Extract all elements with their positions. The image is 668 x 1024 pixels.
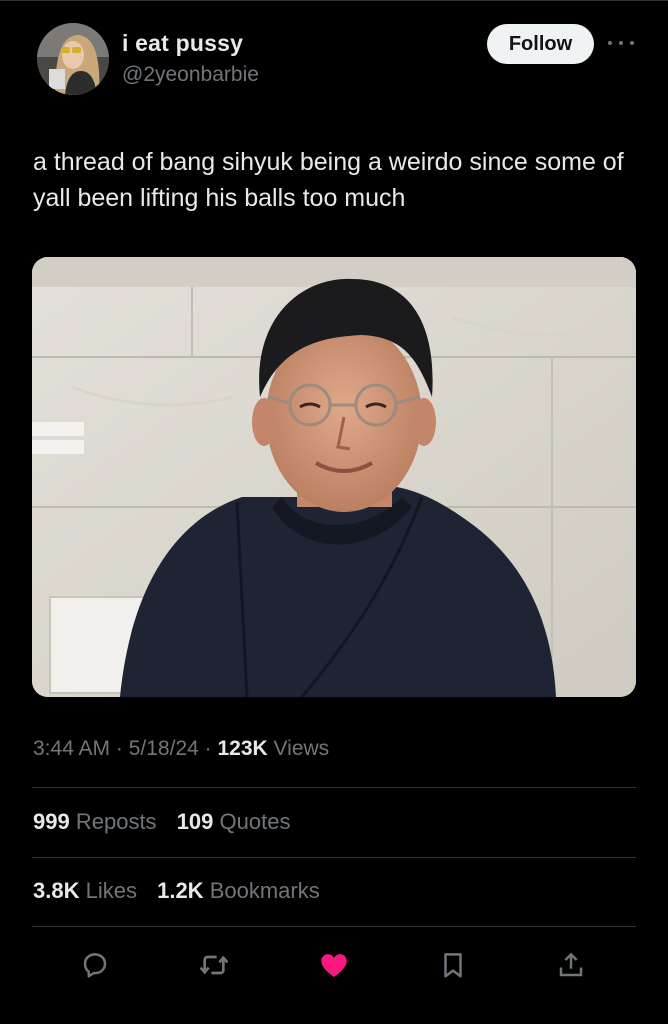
heart-icon xyxy=(321,954,347,977)
likes-label: Likes xyxy=(85,878,137,903)
more-dot xyxy=(630,41,634,45)
likes-count: 3.8K xyxy=(33,878,80,903)
tweet-photo[interactable] xyxy=(32,257,636,697)
meta-separator: · xyxy=(110,737,129,760)
bookmark-icon xyxy=(444,953,462,978)
reply-icon xyxy=(83,953,107,978)
share-icon xyxy=(559,952,583,977)
tweet-date[interactable]: 5/18/24 xyxy=(129,737,199,760)
author-display-name[interactable]: i eat pussy xyxy=(122,30,243,57)
likes-stat[interactable]: 3.8K Likes xyxy=(33,878,137,904)
views-count: 123K xyxy=(217,737,268,760)
repost-icon xyxy=(199,955,229,975)
tweet-detail-view: i eat pussy @2yeonbarbie Follow a thread… xyxy=(0,0,668,1024)
tweet-actions-bar xyxy=(0,945,668,985)
quotes-count: 109 xyxy=(176,809,214,834)
avatar-photo-icon xyxy=(37,23,109,95)
divider xyxy=(32,857,636,858)
divider xyxy=(32,787,636,788)
reply-button[interactable] xyxy=(75,945,115,985)
bookmarks-stat[interactable]: 1.2K Bookmarks xyxy=(157,878,320,904)
reposts-stat[interactable]: 999 Reposts xyxy=(33,809,157,835)
more-dot xyxy=(619,41,623,45)
tweet-text: a thread of bang sihyuk being a weirdo s… xyxy=(33,148,624,212)
bookmark-button[interactable] xyxy=(433,945,473,985)
divider xyxy=(32,926,636,927)
follow-button[interactable]: Follow xyxy=(487,24,594,64)
repost-button[interactable] xyxy=(194,945,234,985)
reposts-label: Reposts xyxy=(75,809,157,834)
more-dot xyxy=(608,41,612,45)
more-horizontal-icon[interactable] xyxy=(608,37,634,49)
like-button[interactable] xyxy=(314,945,354,985)
quotes-label: Quotes xyxy=(219,809,291,834)
photo-icon xyxy=(32,257,636,697)
reposts-count: 999 xyxy=(33,809,70,834)
tweet-meta: 3:44 AM · 5/18/24 · 123K Views xyxy=(33,737,329,761)
author-handle[interactable]: @2yeonbarbie xyxy=(122,63,259,87)
tweet-time[interactable]: 3:44 AM xyxy=(33,737,110,760)
views-label: Views xyxy=(273,737,330,760)
quotes-stat[interactable]: 109 Quotes xyxy=(177,809,291,835)
engagement-stats-row-1: 999 Reposts 109 Quotes xyxy=(33,809,304,835)
meta-separator: · xyxy=(198,737,218,760)
bookmarks-count: 1.2K xyxy=(157,878,204,903)
share-button[interactable] xyxy=(551,945,591,985)
bookmarks-label: Bookmarks xyxy=(209,878,320,903)
engagement-stats-row-2: 3.8K Likes 1.2K Bookmarks xyxy=(33,878,334,904)
author-avatar[interactable] xyxy=(37,23,109,95)
